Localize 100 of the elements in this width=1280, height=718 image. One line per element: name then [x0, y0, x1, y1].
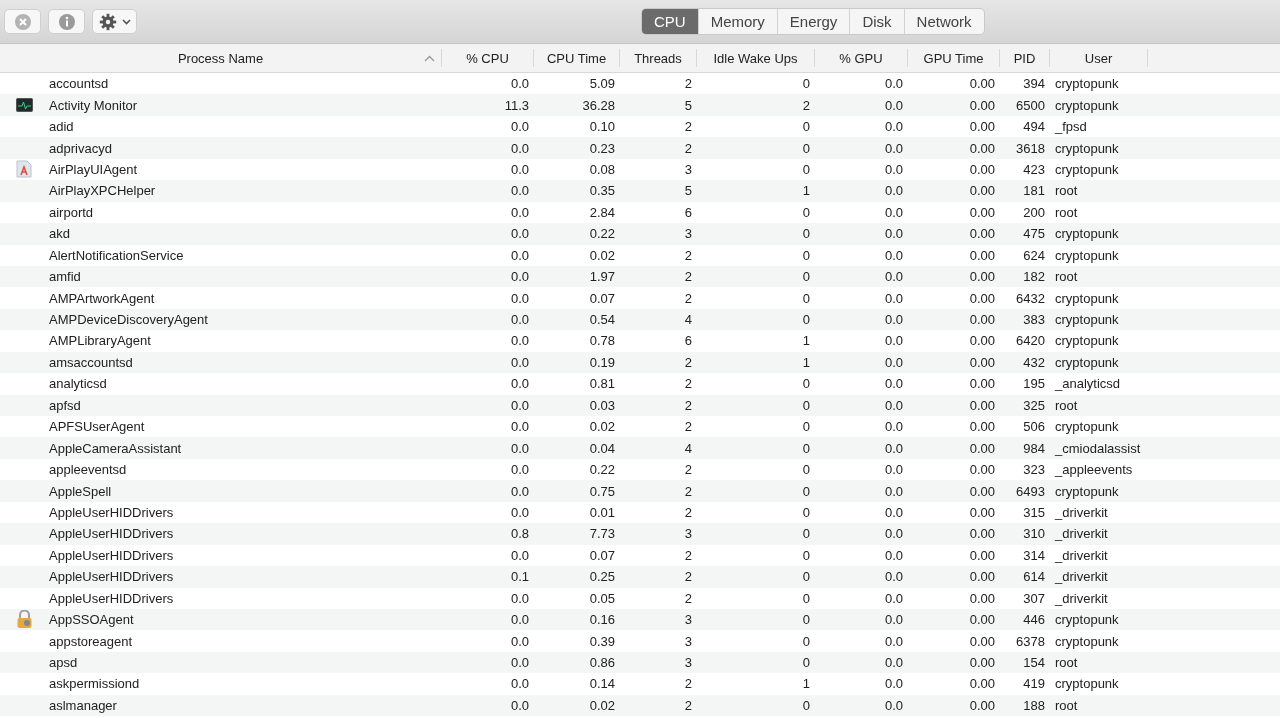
table-cell: 0.00 — [969, 354, 995, 370]
table-cell: 0.14 — [589, 676, 615, 692]
table-cell: 0.00 — [969, 290, 995, 306]
table-cell: 6420 — [1016, 333, 1045, 349]
table-cell: 0.8 — [510, 526, 529, 542]
column-header[interactable]: PID — [1013, 50, 1036, 66]
table-cell: 0.0 — [510, 397, 529, 413]
table-cell: 2 — [684, 119, 692, 135]
table-cell: 2 — [684, 397, 692, 413]
settings-menu-button[interactable] — [92, 9, 137, 34]
table-cell: 0.00 — [969, 569, 995, 585]
settings-icon — [98, 12, 117, 31]
table-cell: 0 — [802, 119, 810, 135]
table-cell: 432 — [1023, 354, 1045, 370]
table-cell: 0.0 — [510, 161, 529, 177]
column-header[interactable]: Idle Wake Ups — [713, 50, 798, 66]
table-cell: 0 — [802, 462, 810, 478]
table-cell: 0 — [802, 397, 810, 413]
table-cell: _fpsd — [1055, 119, 1087, 135]
table-cell: 0 — [802, 483, 810, 499]
table-cell: 0 — [802, 569, 810, 585]
stop-process-button[interactable] — [4, 9, 41, 34]
table-cell: 2 — [684, 354, 692, 370]
process-name: AirPlayUIAgent — [49, 161, 138, 177]
table-cell: 2.84 — [589, 204, 615, 220]
table-cell: 0.0 — [510, 676, 529, 692]
table-cell: 0.00 — [969, 655, 995, 671]
table-cell: 3 — [684, 655, 692, 671]
table-cell: cryptopunk — [1055, 483, 1119, 499]
table-cell: 0.00 — [969, 483, 995, 499]
table-cell: 0.0 — [884, 676, 903, 692]
table-cell: 0.00 — [969, 183, 995, 199]
process-name: Activity Monitor — [49, 97, 138, 113]
process-name: AppleUserHIDDrivers — [49, 504, 174, 520]
table-cell: 0.0 — [884, 483, 903, 499]
table-cell: 7.73 — [589, 526, 615, 542]
tab[interactable]: CPU — [642, 9, 698, 34]
table-cell: 614 — [1023, 569, 1045, 585]
table-cell: 0.00 — [969, 612, 995, 628]
table-cell: 0.00 — [969, 547, 995, 563]
process-name: AlertNotificationService — [49, 247, 184, 263]
table-cell: 0.00 — [969, 504, 995, 520]
table-cell: 0.00 — [969, 676, 995, 692]
table-cell: 3 — [684, 526, 692, 542]
tab[interactable]: Energy — [776, 9, 850, 34]
table-cell: 6 — [684, 333, 692, 349]
table-cell: 0.0 — [884, 612, 903, 628]
table-cell: 0.0 — [510, 226, 529, 242]
table-cell: 0.00 — [969, 440, 995, 456]
process-name: aslmanager — [49, 697, 117, 713]
close-icon — [13, 12, 32, 31]
table-cell: 0.07 — [589, 290, 615, 306]
table-cell: 2 — [684, 419, 692, 435]
tab[interactable]: Disk — [849, 9, 904, 34]
table-cell: 2 — [684, 547, 692, 563]
column-header[interactable]: GPU Time — [923, 50, 984, 66]
table-cell: 0.00 — [969, 376, 995, 392]
table-cell: 2 — [684, 590, 692, 606]
table-cell: 0 — [802, 547, 810, 563]
column-header[interactable]: % GPU — [839, 50, 883, 66]
table-cell: cryptopunk — [1055, 312, 1119, 328]
column-header[interactable]: Threads — [634, 50, 682, 66]
table-cell: 0.00 — [969, 140, 995, 156]
table-cell: cryptopunk — [1055, 419, 1119, 435]
table-cell: 3 — [684, 612, 692, 628]
table-cell: 0.0 — [884, 504, 903, 520]
process-name: AppleUserHIDDrivers — [49, 569, 174, 585]
table-cell: 2 — [684, 140, 692, 156]
table-cell: 423 — [1023, 161, 1045, 177]
column-header[interactable]: CPU Time — [546, 50, 607, 66]
tab[interactable]: Network — [903, 9, 984, 34]
table-cell: 984 — [1023, 440, 1045, 456]
table-cell: 0.02 — [589, 247, 615, 263]
table-cell: 0.0 — [510, 269, 529, 285]
column-header[interactable]: % CPU — [466, 50, 509, 66]
table-cell: 325 — [1023, 397, 1045, 413]
column-header[interactable]: User — [1084, 50, 1113, 66]
table-cell: 2 — [684, 290, 692, 306]
table-cell: 0.0 — [884, 119, 903, 135]
process-name: AirPlayXPCHelper — [49, 183, 156, 199]
process-name: askpermissiond — [49, 676, 140, 692]
sort-caret-icon[interactable] — [424, 55, 435, 62]
table-cell: 4 — [684, 312, 692, 328]
table-cell: 0.0 — [884, 462, 903, 478]
table-cell: 5 — [684, 97, 692, 113]
table-cell: 0.10 — [589, 119, 615, 135]
table-cell: 0.02 — [589, 697, 615, 713]
table-cell: 307 — [1023, 590, 1045, 606]
process-name: AppleUserHIDDrivers — [49, 590, 174, 606]
table-cell: 0.35 — [589, 183, 615, 199]
table-cell: 0.0 — [510, 76, 529, 92]
column-header[interactable]: Process Name — [177, 50, 264, 66]
table-cell: root — [1055, 269, 1078, 285]
tab[interactable]: Memory — [697, 9, 777, 34]
table-cell: cryptopunk — [1055, 226, 1119, 242]
table-cell: 419 — [1023, 676, 1045, 692]
table-cell: 0.00 — [969, 590, 995, 606]
info-button[interactable] — [48, 9, 85, 34]
table-cell: cryptopunk — [1055, 633, 1119, 649]
table-cell: 0.0 — [884, 161, 903, 177]
